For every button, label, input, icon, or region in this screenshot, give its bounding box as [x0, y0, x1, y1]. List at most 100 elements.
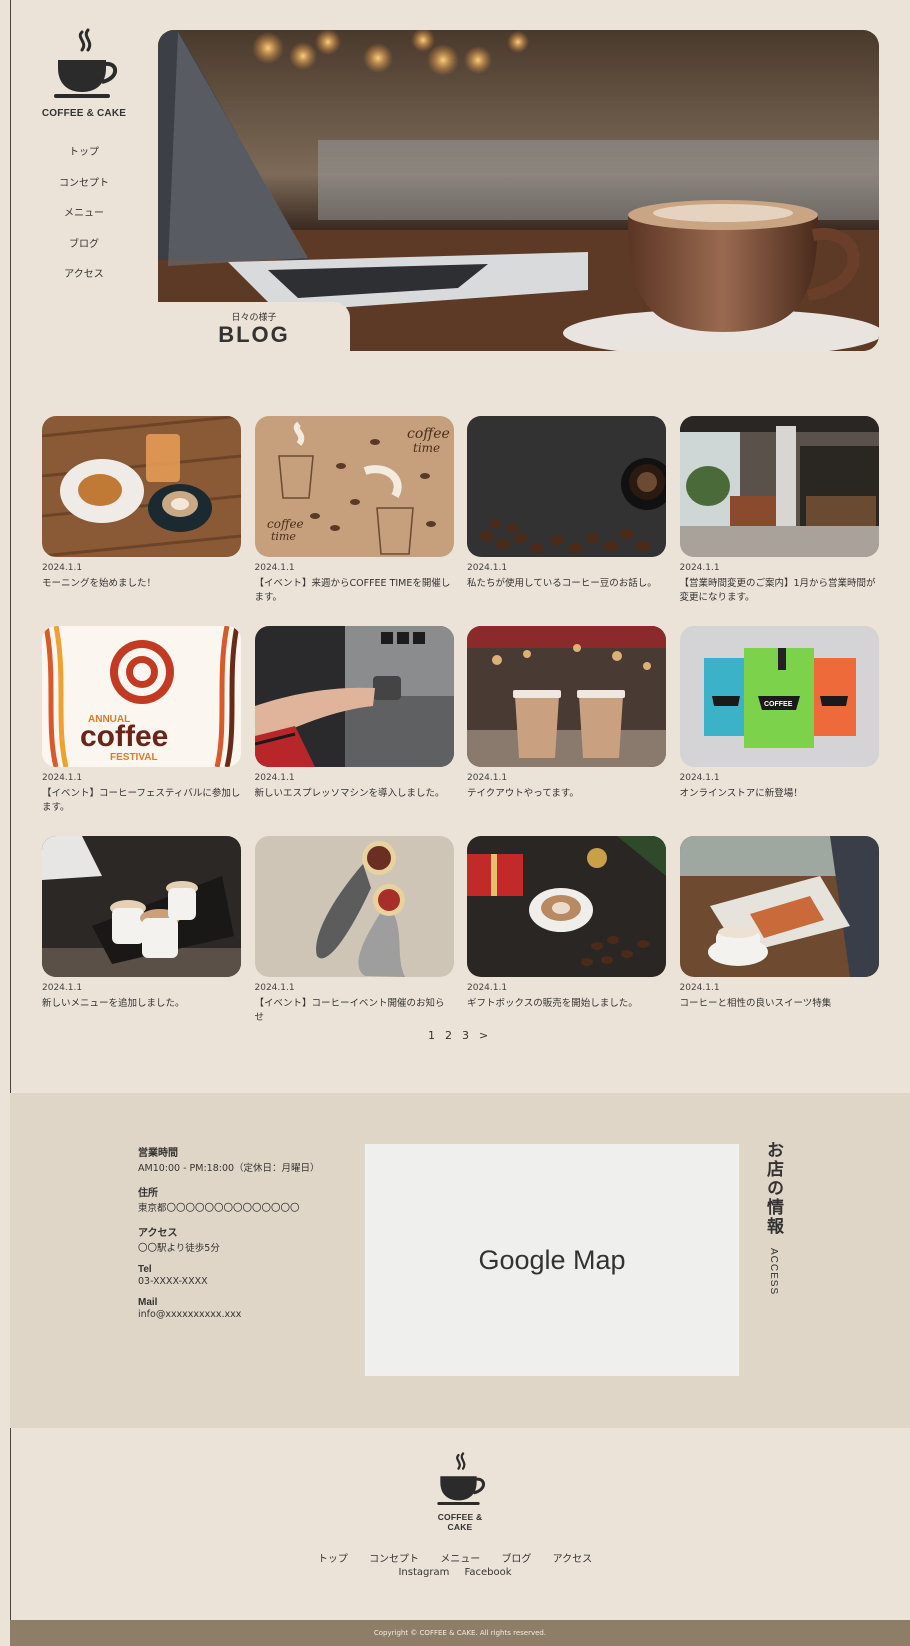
facebook-link[interactable]: Facebook: [465, 1567, 512, 1578]
blog-thumbnail[interactable]: [254, 626, 454, 767]
mail-value[interactable]: info@xxxxxxxxxx.xxx: [138, 1309, 320, 1320]
section-heading: お店の情報 ACCESS: [761, 1141, 786, 1295]
blog-thumbnail[interactable]: COFFEE: [679, 626, 879, 767]
blog-card[interactable]: 2024.1.1 ギフトボックスの販売を開始しました。: [467, 836, 666, 1046]
sidebar-item-access[interactable]: アクセス: [38, 265, 130, 280]
blog-card[interactable]: 2024.1.1 テイクアウトやってます。: [467, 626, 666, 836]
hours-value: AM10:00 - PM:18:00（定休日：月曜日）: [138, 1163, 320, 1174]
post-date: 2024.1.1: [467, 983, 508, 993]
access-value: 〇〇駅より徒歩5分: [138, 1243, 220, 1254]
brand-logo[interactable]: COFFEE & CAKE: [38, 28, 130, 119]
footer-brand-name: COFFEE & CAKE: [437, 1512, 483, 1532]
instagram-link[interactable]: Instagram: [398, 1567, 449, 1578]
shop-info-list: 営業時間 AM10:00 - PM:18:00（定休日：月曜日） 住所 東京都〇…: [138, 1144, 320, 1330]
copyright-text: Copyright © COFFEE & CAKE. All rights re…: [373, 1629, 547, 1637]
blog-thumbnail[interactable]: [42, 416, 241, 557]
svg-text:coffee: coffee: [407, 426, 450, 442]
sidebar-item-menu[interactable]: メニュー: [38, 204, 130, 219]
post-title[interactable]: コーヒーと相性の良いスイーツ特集: [680, 997, 879, 1011]
section-heading-en: ACCESS: [768, 1247, 779, 1296]
blog-card[interactable]: 2024.1.1 【イベント】コーヒーイベント開催のお知らせ: [254, 836, 454, 1046]
footer-nav: トップ コンセプト メニュー ブログ アクセス: [0, 1550, 910, 1565]
blog-card[interactable]: COFFEE 2024.1.1 オンラインストアに新登場！: [679, 626, 879, 836]
post-title[interactable]: 新しいメニューを追加しました。: [42, 997, 241, 1011]
blog-thumbnail[interactable]: [679, 836, 879, 977]
blog-thumbnail[interactable]: coffee time coffee time: [254, 416, 454, 557]
post-date: 2024.1.1: [42, 563, 83, 573]
blog-card[interactable]: 2024.1.1 新しいメニューを追加しました。: [42, 836, 241, 1046]
post-title[interactable]: ギフトボックスの販売を開始しました。: [467, 997, 666, 1011]
post-title[interactable]: 【営業時間変更のご案内】1月から営業時間が変更になります。: [680, 577, 879, 605]
sidebar: COFFEE & CAKE トップ コンセプト メニュー ブログ アクセス: [38, 28, 130, 280]
mail-item: Mail info@xxxxxxxxxx.xxx: [138, 1297, 320, 1320]
tel-label: Tel: [138, 1264, 152, 1275]
blog-card[interactable]: 2024.1.1 モーニングを始めました！: [42, 416, 241, 626]
footer-link-top[interactable]: トップ: [318, 1554, 348, 1565]
footer-social: Instagram Facebook: [0, 1567, 910, 1578]
address-label: 住所: [138, 1188, 158, 1199]
svg-text:coffee: coffee: [267, 517, 304, 531]
hours-item: 営業時間 AM10:00 - PM:18:00（定休日：月曜日）: [138, 1144, 320, 1174]
footer-link-menu[interactable]: メニュー: [440, 1554, 480, 1565]
section-heading-jp: お店の情報: [763, 1141, 783, 1236]
post-date: 2024.1.1: [254, 983, 295, 993]
sidebar-item-blog[interactable]: ブログ: [38, 235, 130, 250]
footer-link-access[interactable]: アクセス: [553, 1554, 593, 1565]
post-date: 2024.1.1: [42, 773, 83, 783]
post-title[interactable]: オンラインストアに新登場！: [680, 787, 879, 801]
sidebar-nav: トップ コンセプト メニュー ブログ アクセス: [38, 143, 130, 280]
blog-card[interactable]: 2024.1.1 私たちが使用しているコーヒー豆のお話し。: [467, 416, 666, 626]
sidebar-item-top[interactable]: トップ: [38, 143, 130, 158]
page-link-1[interactable]: 1: [428, 1029, 435, 1042]
post-date: 2024.1.1: [467, 773, 508, 783]
footer-link-concept[interactable]: コンセプト: [369, 1554, 419, 1565]
coffee-cup-icon: [54, 28, 118, 98]
blog-card[interactable]: ANNUAL coffee FESTIVAL 2024.1.1 【イベント】コー…: [42, 626, 241, 836]
map-embed[interactable]: Google Map: [365, 1144, 739, 1376]
blog-thumbnail[interactable]: [679, 416, 879, 557]
svg-text:coffee: coffee: [80, 720, 168, 753]
blog-card[interactable]: 2024.1.1 【営業時間変更のご案内】1月から営業時間が変更になります。: [679, 416, 879, 626]
blog-thumbnail[interactable]: [42, 836, 241, 977]
post-date: 2024.1.1: [254, 773, 295, 783]
sidebar-item-concept[interactable]: コンセプト: [38, 174, 130, 189]
post-title[interactable]: 新しいエスプレッソマシンを導入しました。: [255, 787, 454, 801]
address-value: 東京都〇〇〇〇〇〇〇〇〇〇〇〇〇〇: [138, 1203, 300, 1214]
svg-text:time: time: [271, 530, 296, 543]
post-date: 2024.1.1: [254, 563, 295, 573]
post-date: 2024.1.1: [679, 773, 720, 783]
post-date: 2024.1.1: [467, 563, 508, 573]
access-label: アクセス: [138, 1228, 178, 1239]
svg-text:time: time: [413, 441, 440, 455]
next-page-link[interactable]: >: [479, 1029, 488, 1042]
post-date: 2024.1.1: [679, 563, 720, 573]
address-item: 住所 東京都〇〇〇〇〇〇〇〇〇〇〇〇〇〇: [138, 1184, 320, 1214]
page-link-2[interactable]: 2: [445, 1029, 452, 1042]
copyright-bar: Copyright © COFFEE & CAKE. All rights re…: [10, 1620, 910, 1646]
blog-thumbnail[interactable]: [467, 416, 666, 557]
blog-thumbnail[interactable]: [254, 836, 454, 977]
footer-logo[interactable]: COFFEE & CAKE: [425, 1452, 495, 1532]
footer-link-blog[interactable]: ブログ: [501, 1554, 531, 1565]
blog-thumbnail[interactable]: [467, 836, 666, 977]
blog-card[interactable]: 2024.1.1 新しいエスプレッソマシンを導入しました。: [254, 626, 454, 836]
post-title[interactable]: テイクアウトやってます。: [467, 787, 666, 801]
page-link-3[interactable]: 3: [462, 1029, 469, 1042]
post-title[interactable]: 【イベント】コーヒーフェスティバルに参加します。: [42, 787, 241, 815]
blog-grid: 2024.1.1 モーニングを始めました！ coffee time coffee…: [42, 416, 879, 1046]
post-title[interactable]: モーニングを始めました！: [42, 577, 241, 591]
post-title[interactable]: 【イベント】コーヒーイベント開催のお知らせ: [255, 997, 454, 1025]
page-title-box: 日々の様子 BLOG: [158, 302, 350, 352]
post-title[interactable]: 【イベント】来週からCOFFEE TIMEを開催します。: [255, 577, 454, 605]
access-item: アクセス 〇〇駅より徒歩5分: [138, 1224, 320, 1254]
blog-thumbnail[interactable]: [467, 626, 666, 767]
post-date: 2024.1.1: [42, 983, 83, 993]
blog-card[interactable]: 2024.1.1 コーヒーと相性の良いスイーツ特集: [679, 836, 879, 1046]
tel-item: Tel 03-XXXX-XXXX: [138, 1264, 320, 1287]
svg-text:FESTIVAL: FESTIVAL: [110, 752, 158, 763]
blog-thumbnail[interactable]: ANNUAL coffee FESTIVAL: [42, 626, 241, 767]
post-title[interactable]: 私たちが使用しているコーヒー豆のお話し。: [467, 577, 666, 591]
blog-card[interactable]: coffee time coffee time 2024.1.1 【イベント】来…: [254, 416, 454, 626]
tel-value[interactable]: 03-XXXX-XXXX: [138, 1276, 320, 1287]
shop-info-section: 営業時間 AM10:00 - PM:18:00（定休日：月曜日） 住所 東京都〇…: [10, 1093, 910, 1428]
